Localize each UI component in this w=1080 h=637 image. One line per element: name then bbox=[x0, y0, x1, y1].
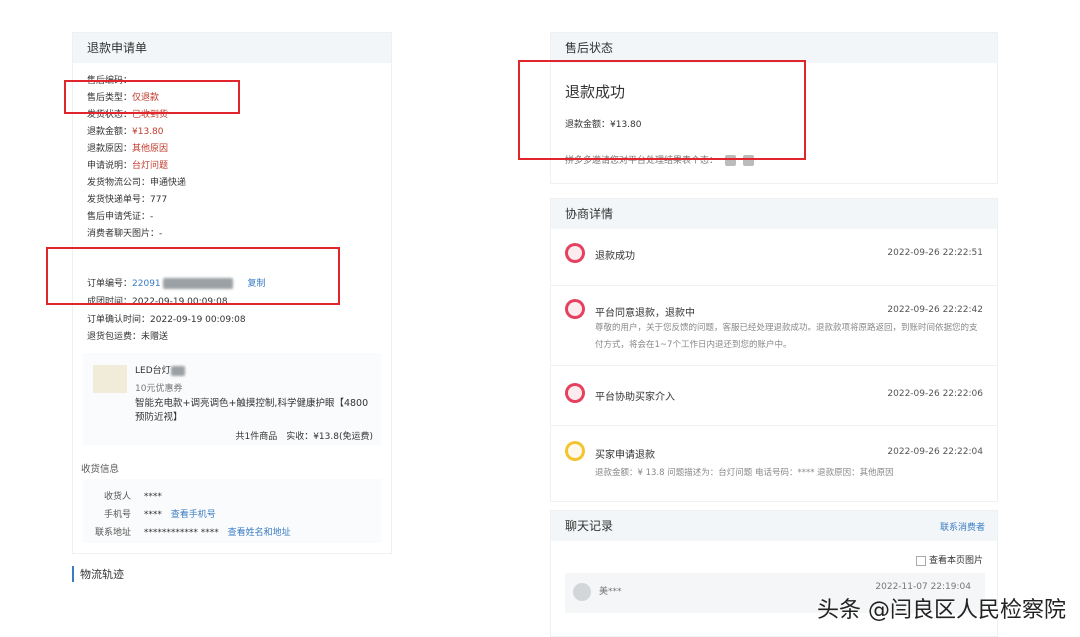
field-value: - bbox=[159, 229, 163, 239]
receiver-name-row: 收货人 **** bbox=[83, 489, 162, 502]
field-value: ¥13.80 bbox=[132, 127, 164, 137]
view-images-label: 查看本页图片 bbox=[928, 556, 983, 566]
shipping-fee-row: 退货包运费：未赠送 bbox=[87, 329, 168, 342]
buyer-avatar-icon bbox=[565, 441, 585, 461]
contact-consumer-link[interactable]: 联系消费者 bbox=[940, 520, 985, 533]
field-label: 售后申请凭证： bbox=[87, 212, 151, 222]
field-value: 台灯问题 bbox=[132, 161, 169, 171]
field-row: 售后申请凭证：- bbox=[87, 209, 153, 222]
event-time: 2022-09-26 22:22:42 bbox=[887, 305, 983, 315]
event-title: 平台同意退款，退款中 bbox=[595, 308, 695, 319]
chat-sender: 美*** bbox=[599, 587, 622, 597]
field-row: 消费者聊天图片：- bbox=[87, 226, 162, 239]
receiver-section-title: 收货信息 bbox=[81, 464, 120, 475]
confirmed-time-row: 订单确认时间：2022-09-19 00:09:08 bbox=[87, 312, 246, 325]
field-row: 退款原因：其他原因 bbox=[87, 141, 168, 154]
field-value: - bbox=[150, 212, 154, 222]
chat-time: 2022-11-07 22:19:04 bbox=[875, 582, 971, 592]
field-row: 退款金额：¥13.80 bbox=[87, 124, 164, 137]
field-label: 退款金额： bbox=[87, 127, 133, 137]
status-panel-title: 售后状态 bbox=[551, 33, 997, 63]
platform-intervene-icon bbox=[565, 383, 585, 403]
event-divider bbox=[551, 425, 997, 426]
field-label: 退款原因： bbox=[87, 144, 133, 154]
field-value: 其他原因 bbox=[132, 144, 169, 154]
highlight-box-order-info bbox=[46, 247, 340, 305]
shipping-fee-value: 未赠送 bbox=[141, 332, 169, 342]
negotiation-panel: 协商详情 退款成功 2022-09-26 22:22:51 平台同意退款，退款中… bbox=[550, 198, 998, 502]
product-coupon: 10元优惠券 bbox=[135, 384, 183, 394]
event-time: 2022-09-26 22:22:06 bbox=[887, 389, 983, 399]
receiver-phone-row: 手机号 **** 查看手机号 bbox=[83, 507, 216, 520]
panel-title: 退款申请单 bbox=[73, 33, 391, 63]
checkbox-icon[interactable] bbox=[915, 555, 926, 566]
field-value: 申通快递 bbox=[150, 178, 187, 188]
receiver-address-label: 联系地址 bbox=[94, 528, 131, 538]
confirmed-time-value: 2022-09-19 00:09:08 bbox=[150, 315, 246, 325]
receiver-address-value: ************ **** bbox=[143, 528, 219, 538]
product-description: 智能充电款+调亮调色+触摸控制,科学健康护眼【4800预防近视】 bbox=[135, 398, 369, 423]
view-phone-link[interactable]: 查看手机号 bbox=[171, 510, 216, 520]
field-label: 发货快递单号： bbox=[87, 195, 151, 205]
chat-avatar bbox=[573, 583, 591, 601]
product-summary: 共1件商品 实收：¥13.8(免运费) bbox=[235, 432, 373, 442]
receiver-name-value: **** bbox=[143, 492, 162, 502]
receiver-phone-label: 手机号 bbox=[103, 510, 131, 520]
field-row: 申请说明：台灯问题 bbox=[87, 158, 168, 171]
event-divider bbox=[551, 285, 997, 286]
event-title: 退款成功 bbox=[595, 251, 635, 262]
field-row: 发货物流公司：申通快递 bbox=[87, 175, 186, 188]
product-name: LED台灯 bbox=[135, 366, 171, 376]
watermark: 头条 @闫良区人民检察院 bbox=[817, 598, 1066, 623]
event-body: 退款金额：¥ 13.8 问题描述为：台灯问题 电话号码：**** 退款原因：其他… bbox=[595, 468, 894, 478]
chat-title: 聊天记录 bbox=[551, 511, 997, 541]
view-address-link[interactable]: 查看姓名和地址 bbox=[228, 528, 291, 538]
highlight-box-refund-status bbox=[518, 60, 806, 160]
receiver-card: 收货人 **** 手机号 **** 查看手机号 联系地址 ***********… bbox=[83, 479, 381, 543]
product-thumbnail bbox=[93, 365, 127, 393]
field-value: 777 bbox=[150, 195, 168, 205]
field-label: 申请说明： bbox=[87, 161, 133, 171]
view-images-checkbox-row[interactable]: 查看本页图片 bbox=[915, 553, 983, 566]
receiver-name-label: 收货人 bbox=[103, 492, 131, 502]
event-time: 2022-09-26 22:22:04 bbox=[887, 447, 983, 457]
redacted-product-name bbox=[170, 365, 185, 376]
event-title: 平台协助买家介入 bbox=[595, 392, 675, 403]
confirmed-time-label: 订单确认时间： bbox=[87, 315, 151, 325]
receiver-address-row: 联系地址 ************ **** 查看姓名和地址 bbox=[83, 525, 291, 538]
field-label: 发货物流公司： bbox=[87, 178, 151, 188]
product-card: LED台灯 10元优惠券 智能充电款+调亮调色+触摸控制,科学健康护眼【4800… bbox=[83, 353, 381, 445]
receiver-phone-value: **** bbox=[143, 510, 162, 520]
logistics-title: 物流轨迹 bbox=[72, 566, 124, 582]
highlight-box-refund-type bbox=[64, 80, 240, 114]
shipping-fee-label: 退货包运费： bbox=[87, 332, 142, 342]
negotiation-title: 协商详情 bbox=[551, 199, 997, 229]
field-label: 消费者聊天图片： bbox=[87, 229, 160, 239]
event-divider bbox=[551, 365, 997, 366]
platform-agree-icon bbox=[565, 299, 585, 319]
event-body: 尊敬的用户，关于您反馈的问题，客服已经处理退款成功。退款款项将原路返回，到账时间… bbox=[595, 323, 978, 350]
event-time: 2022-09-26 22:22:51 bbox=[887, 248, 983, 258]
product-name-row: LED台灯 bbox=[135, 363, 185, 376]
field-row: 发货快递单号：777 bbox=[87, 192, 167, 205]
refund-success-icon bbox=[565, 243, 585, 263]
event-title: 买家申请退款 bbox=[595, 450, 655, 461]
